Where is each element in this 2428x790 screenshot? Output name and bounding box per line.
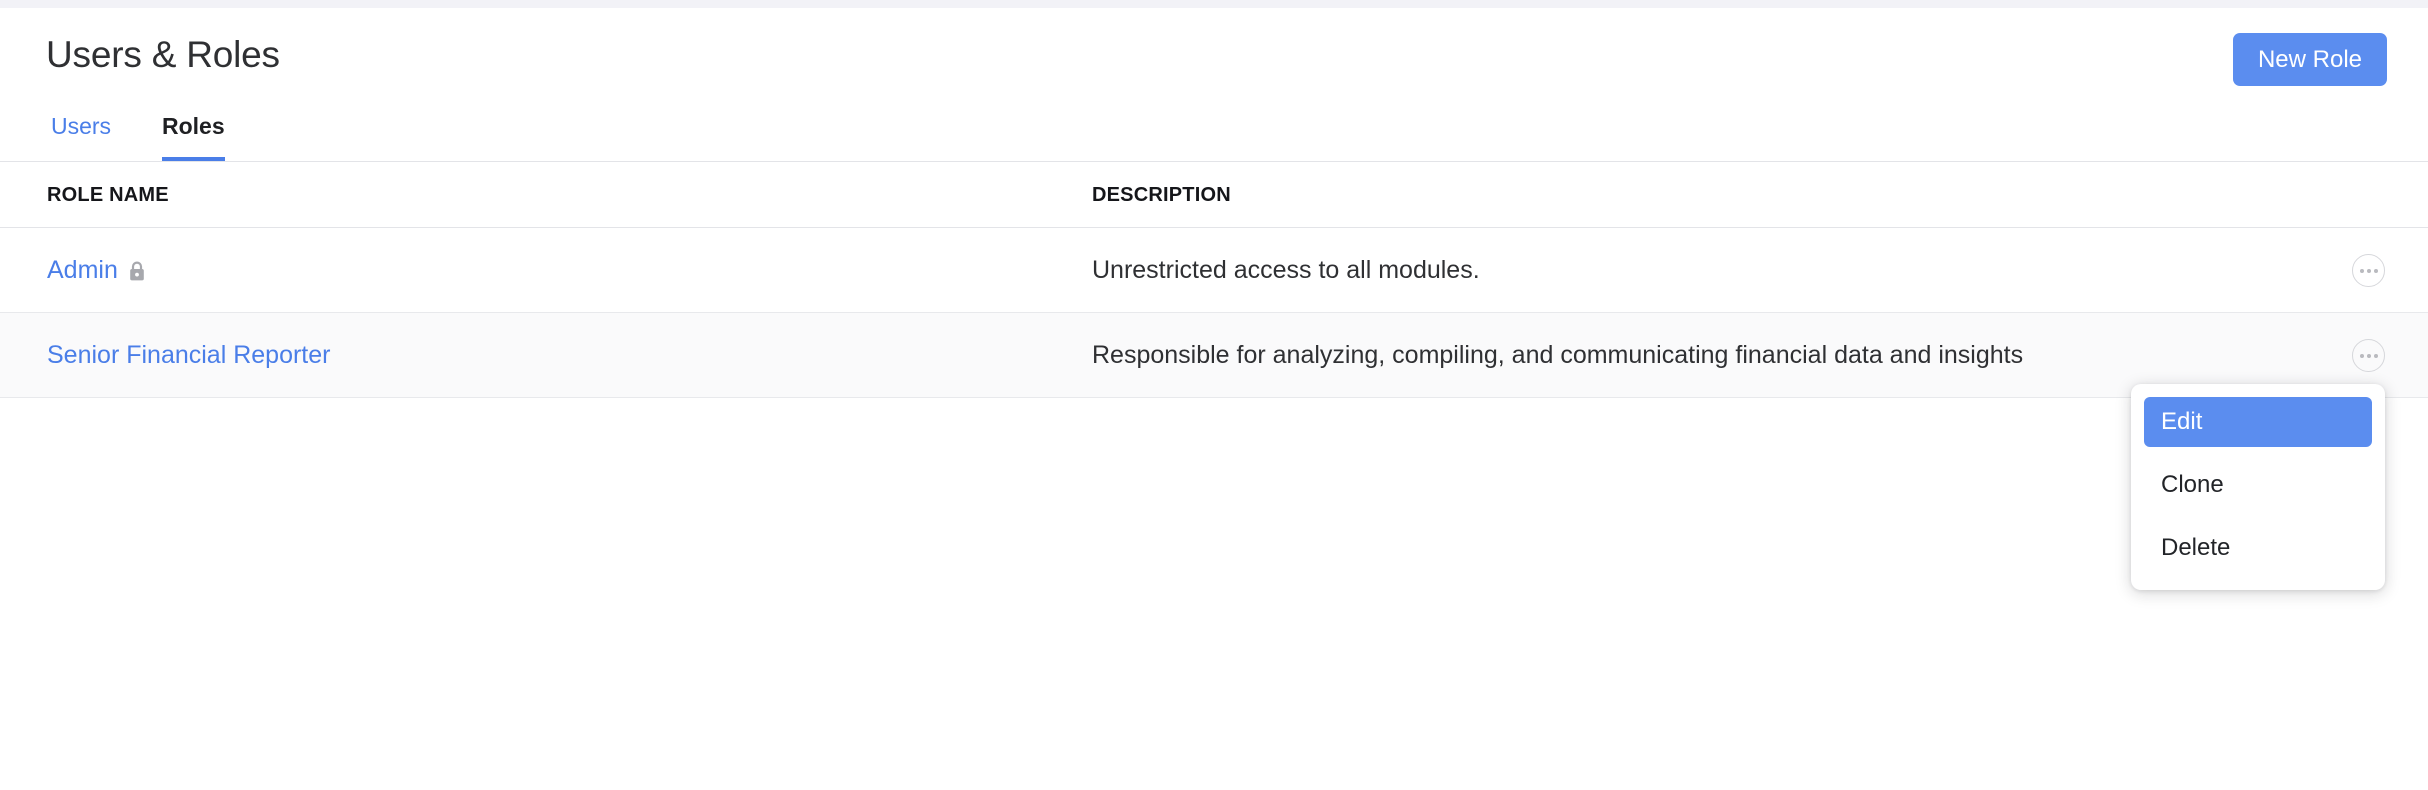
ellipsis-icon[interactable]: [2352, 254, 2385, 287]
dot: [2367, 354, 2371, 358]
cell-role-name: Admin: [47, 228, 146, 313]
tab-roles-label: Roles: [162, 113, 225, 140]
ellipsis-icon[interactable]: [2352, 339, 2385, 372]
table-row[interactable]: Senior Financial Reporter Responsible fo…: [0, 313, 2428, 398]
table-header-row: ROLE NAME DESCRIPTION: [0, 162, 2428, 228]
tab-users-label: Users: [51, 113, 111, 140]
menu-item-clone[interactable]: Clone: [2144, 460, 2372, 510]
dot: [2374, 354, 2378, 358]
column-header-role-name: ROLE NAME: [47, 184, 169, 207]
page-title: Users & Roles: [46, 34, 280, 76]
table-row[interactable]: Admin Unrestricted access to all modules…: [0, 228, 2428, 313]
role-link-senior-financial-reporter[interactable]: Senior Financial Reporter: [47, 341, 330, 370]
dot: [2360, 269, 2364, 273]
cell-description: Unrestricted access to all modules.: [1092, 228, 1480, 313]
tab-roles[interactable]: Roles: [162, 104, 225, 161]
lock-icon: [128, 261, 146, 282]
cell-actions: [2352, 228, 2385, 313]
tab-bar: Users Roles: [0, 104, 2428, 162]
cell-description: Responsible for analyzing, compiling, an…: [1092, 313, 2023, 398]
role-link-admin[interactable]: Admin: [47, 256, 118, 285]
menu-item-edit[interactable]: Edit: [2144, 397, 2372, 447]
menu-item-delete[interactable]: Delete: [2144, 523, 2372, 573]
dot: [2374, 269, 2378, 273]
dot: [2367, 269, 2371, 273]
dot: [2360, 354, 2364, 358]
top-strip: [0, 0, 2428, 8]
tab-users[interactable]: Users: [51, 104, 111, 161]
roles-table: ROLE NAME DESCRIPTION Admin Unrestricted…: [0, 162, 2428, 398]
page-header: Users & Roles New Role: [0, 8, 2428, 100]
column-header-description: DESCRIPTION: [1092, 184, 1231, 207]
new-role-button[interactable]: New Role: [2233, 33, 2387, 86]
row-context-menu: Edit Clone Delete: [2131, 384, 2385, 590]
cell-role-name: Senior Financial Reporter: [47, 313, 330, 398]
users-and-roles-page: Users & Roles New Role Users Roles ROLE …: [0, 0, 2428, 790]
